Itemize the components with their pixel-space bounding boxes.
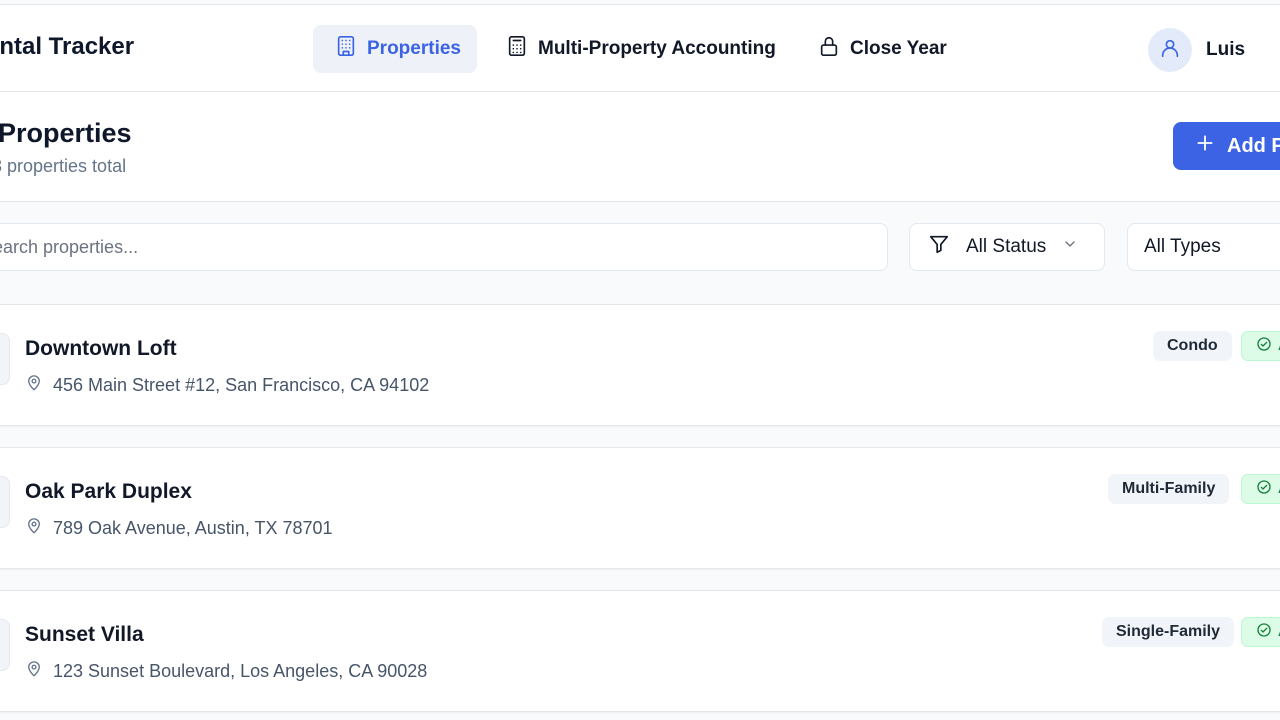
map-pin-icon <box>25 374 43 397</box>
nav-properties[interactable]: Properties <box>313 25 477 73</box>
property-name[interactable]: Sunset Villa <box>25 623 144 647</box>
page-header: Properties 3 properties total Add P <box>0 92 1280 202</box>
check-circle-icon <box>1256 622 1272 643</box>
search-input[interactable] <box>0 223 888 271</box>
property-address-text: 456 Main Street #12, San Francisco, CA 9… <box>53 375 430 395</box>
filter-bar: All Status All Types <box>0 203 1280 305</box>
property-address: 456 Main Street #12, San Francisco, CA 9… <box>25 374 429 397</box>
calculator-icon <box>506 35 528 63</box>
plus-icon <box>1195 133 1215 159</box>
property-thumbnail <box>0 333 10 385</box>
property-name[interactable]: Oak Park Duplex <box>25 480 192 504</box>
property-address-text: 789 Oak Avenue, Austin, TX 78701 <box>53 518 333 538</box>
map-pin-icon <box>25 517 43 540</box>
nav-close-year[interactable]: Close Year <box>796 25 969 73</box>
status-filter-value: All Status <box>966 236 1047 257</box>
nav-multi-property-accounting[interactable]: Multi-Property Accounting <box>484 25 798 73</box>
property-address: 123 Sunset Boulevard, Los Angeles, CA 90… <box>25 660 427 683</box>
chevron-down-icon <box>1062 236 1078 258</box>
property-address: 789 Oak Avenue, Austin, TX 78701 <box>25 517 333 540</box>
property-count: 3 properties total <box>0 156 127 176</box>
property-thumbnail <box>0 476 10 528</box>
check-circle-icon <box>1256 479 1272 500</box>
property-card-downtown-loft[interactable]: Downtown Loft 456 Main Street #12, San F… <box>0 304 1280 426</box>
type-filter-value: All Types <box>1144 236 1221 257</box>
filter-icon <box>928 233 950 261</box>
type-filter-select[interactable]: All Types <box>1127 223 1280 271</box>
avatar[interactable] <box>1148 28 1192 72</box>
add-property-button[interactable]: Add P <box>1173 122 1280 170</box>
page: ental Tracker Properties Multi-Property … <box>0 0 1280 720</box>
property-type-badge: Condo <box>1153 331 1232 361</box>
user-menu[interactable]: Luis <box>1148 27 1245 73</box>
nav-close-year-label: Close Year <box>850 38 947 59</box>
property-card-sunset-villa[interactable]: Sunset Villa 123 Sunset Boulevard, Los A… <box>0 590 1280 712</box>
check-circle-icon <box>1256 336 1272 357</box>
lock-icon <box>818 35 840 63</box>
add-property-label: Add P <box>1227 134 1280 157</box>
property-card-oak-park-duplex[interactable]: Oak Park Duplex 789 Oak Avenue, Austin, … <box>0 447 1280 569</box>
property-type-badge: Single-Family <box>1102 617 1235 647</box>
property-address-text: 123 Sunset Boulevard, Los Angeles, CA 90… <box>53 661 428 681</box>
user-name: Luis <box>1206 39 1246 60</box>
top-navbar: ental Tracker Properties Multi-Property … <box>0 4 1280 92</box>
property-thumbnail <box>0 619 10 671</box>
app-title[interactable]: ental Tracker <box>0 33 134 61</box>
building-icon <box>335 35 357 63</box>
property-name[interactable]: Downtown Loft <box>25 337 177 361</box>
status-badge: A <box>1241 617 1280 647</box>
nav-properties-label: Properties <box>367 38 461 59</box>
status-badge: A <box>1241 474 1280 504</box>
property-type-badge: Multi-Family <box>1108 474 1230 504</box>
page-title: Properties <box>0 118 132 148</box>
user-icon <box>1159 37 1181 64</box>
status-filter-select[interactable]: All Status <box>909 223 1105 271</box>
nav-accounting-label: Multi-Property Accounting <box>538 38 776 59</box>
map-pin-icon <box>25 660 43 683</box>
status-badge: A <box>1241 331 1280 361</box>
